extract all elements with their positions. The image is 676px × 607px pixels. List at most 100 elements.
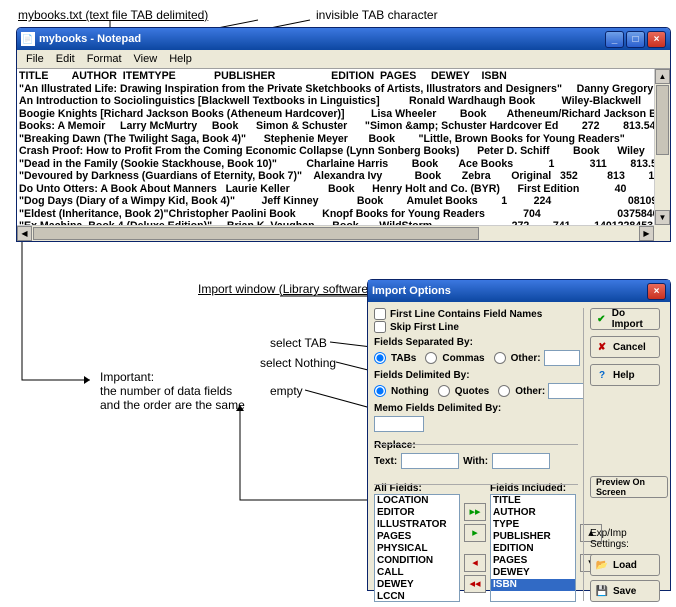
preview-button[interactable]: Preview On Screen — [590, 476, 668, 498]
add-all-button[interactable]: ▸▸ — [464, 503, 486, 521]
annotation-select-nothing: select Nothing — [260, 356, 336, 370]
scroll-thumb-v[interactable] — [656, 85, 669, 155]
menu-help[interactable]: Help — [163, 52, 198, 66]
maximize-button[interactable]: □ — [626, 31, 645, 48]
replace-text-input[interactable] — [401, 453, 459, 469]
annotation-important-l3: and the order are the same — [100, 398, 245, 412]
replace-label: Replace: — [374, 440, 579, 451]
cancel-button[interactable]: ✘Cancel — [590, 336, 660, 358]
notepad-title: mybooks - Notepad — [39, 33, 141, 45]
menu-view[interactable]: View — [128, 52, 164, 66]
list-item[interactable]: TYPE — [491, 519, 575, 531]
list-item[interactable]: EDITION — [491, 543, 575, 555]
annotation-important: Important: the number of data fields and… — [100, 370, 245, 412]
list-item[interactable]: PAGES — [375, 531, 459, 543]
list-item[interactable]: ISBN — [491, 579, 575, 591]
annotation-important-l1: Important: — [100, 370, 245, 384]
list-item[interactable]: PHYSICAL — [375, 543, 459, 555]
included-fields-listbox[interactable]: TITLEAUTHORTYPEPUBLISHEREDITIONPAGESDEWE… — [490, 494, 576, 602]
annotation-file: mybooks.txt (text file TAB delimited) — [18, 8, 208, 22]
radio-other-delim-label: Other: — [515, 386, 545, 397]
menu-edit[interactable]: Edit — [50, 52, 81, 66]
preview-label: Preview On Screen — [596, 477, 662, 497]
notepad-titlebar[interactable]: 📄 mybooks - Notepad _ □ × — [17, 28, 670, 50]
load-label: Load — [613, 560, 637, 571]
delimiter-label: Fields Delimited By: — [374, 370, 579, 381]
add-button[interactable]: ▸ — [464, 524, 486, 542]
annotation-import-window: Import window (Library software) — [198, 282, 372, 296]
first-line-checkbox[interactable] — [374, 308, 386, 320]
list-item[interactable]: PUBLISHER — [491, 531, 575, 543]
remove-all-button[interactable]: ◂◂ — [464, 575, 486, 593]
separator-label: Fields Separated By: — [374, 337, 579, 348]
folder-open-icon: 📂 — [596, 559, 608, 571]
disk-icon: 💾 — [596, 585, 608, 597]
import-close-button[interactable]: × — [647, 283, 666, 300]
list-item[interactable]: TITLE — [491, 495, 575, 507]
scroll-right-icon[interactable]: ▶ — [639, 226, 654, 241]
import-titlebar[interactable]: Import Options × — [368, 280, 670, 302]
skip-first-checkbox[interactable] — [374, 321, 386, 333]
check-icon: ✔ — [596, 313, 607, 325]
list-item[interactable]: DEWEY — [375, 579, 459, 591]
divider-h1 — [374, 444, 578, 445]
radio-commas[interactable] — [425, 352, 437, 364]
first-line-checkbox-row: First Line Contains Field Names — [374, 308, 579, 320]
remove-button[interactable]: ◂ — [464, 554, 486, 572]
delimiter-radios: Nothing Quotes Other: — [374, 383, 579, 399]
annotation-tab: invisible TAB character — [316, 8, 438, 22]
cancel-label: Cancel — [613, 342, 646, 353]
replace-with-input[interactable] — [492, 453, 550, 469]
list-item[interactable]: AUTHOR — [491, 507, 575, 519]
load-button[interactable]: 📂 Load — [590, 554, 660, 576]
notepad-body[interactable]: TITLE AUTHOR ITEMTYPE PUBLISHER EDITION … — [17, 68, 670, 241]
menu-file[interactable]: File — [20, 52, 50, 66]
scroll-thumb-h[interactable] — [33, 227, 479, 240]
scrollbar-horizontal[interactable]: ◀ ▶ — [17, 225, 654, 241]
list-item[interactable]: LOCATION — [375, 495, 459, 507]
replace-with-label: With: — [463, 456, 488, 467]
radio-tabs-label: TABs — [391, 353, 416, 364]
radio-quotes[interactable] — [438, 385, 450, 397]
minimize-button[interactable]: _ — [605, 31, 624, 48]
scrollbar-vertical[interactable]: ▲ ▼ — [654, 69, 670, 225]
save-button[interactable]: 💾Save — [590, 580, 660, 602]
help-label: Help — [613, 370, 635, 381]
notepad-window: 📄 mybooks - Notepad _ □ × File Edit Form… — [16, 27, 671, 242]
all-fields-listbox[interactable]: LOCATIONEDITORILLUSTRATORPAGESPHYSICALCO… — [374, 494, 460, 602]
help-button[interactable]: ?Help — [590, 364, 660, 386]
list-item[interactable]: PAGES — [491, 555, 575, 567]
annotation-important-l2: the number of data fields — [100, 384, 245, 398]
scrollbar-corner — [654, 225, 670, 241]
radio-nothing-label: Nothing — [391, 386, 429, 397]
list-item[interactable]: LCCN — [375, 591, 459, 602]
memo-input[interactable] — [374, 416, 424, 432]
annotation-empty: empty — [270, 384, 303, 398]
skip-first-checkbox-row: Skip First Line — [374, 321, 579, 333]
menu-format[interactable]: Format — [81, 52, 128, 66]
scroll-down-icon[interactable]: ▼ — [655, 210, 670, 225]
list-item[interactable]: CALL — [375, 567, 459, 579]
radio-nothing[interactable] — [374, 385, 386, 397]
radio-tabs[interactable] — [374, 352, 386, 364]
radio-other-delim[interactable] — [498, 385, 510, 397]
radio-other-sep-label: Other: — [511, 353, 541, 364]
other-delim-input[interactable] — [548, 383, 584, 399]
import-body: First Line Contains Field Names Skip Fir… — [368, 302, 670, 607]
close-button[interactable]: × — [647, 31, 666, 48]
radio-other-sep[interactable] — [494, 352, 506, 364]
list-item[interactable]: ILLUSTRATOR — [375, 519, 459, 531]
notepad-text[interactable]: TITLE AUTHOR ITEMTYPE PUBLISHER EDITION … — [19, 70, 670, 241]
replace-text-label: Text: — [374, 456, 397, 467]
import-window: Import Options × First Line Contains Fie… — [367, 279, 671, 591]
scroll-up-icon[interactable]: ▲ — [655, 69, 670, 84]
separator-radios: TABs Commas Other: — [374, 350, 579, 366]
list-item[interactable]: EDITOR — [375, 507, 459, 519]
other-sep-input[interactable] — [544, 350, 580, 366]
scroll-left-icon[interactable]: ◀ — [17, 226, 32, 241]
list-item[interactable]: DEWEY — [491, 567, 575, 579]
notepad-menubar: File Edit Format View Help — [17, 50, 670, 68]
list-item[interactable]: CONDITION — [375, 555, 459, 567]
do-import-button[interactable]: ✔Do Import — [590, 308, 660, 330]
notepad-icon: 📄 — [21, 32, 35, 46]
